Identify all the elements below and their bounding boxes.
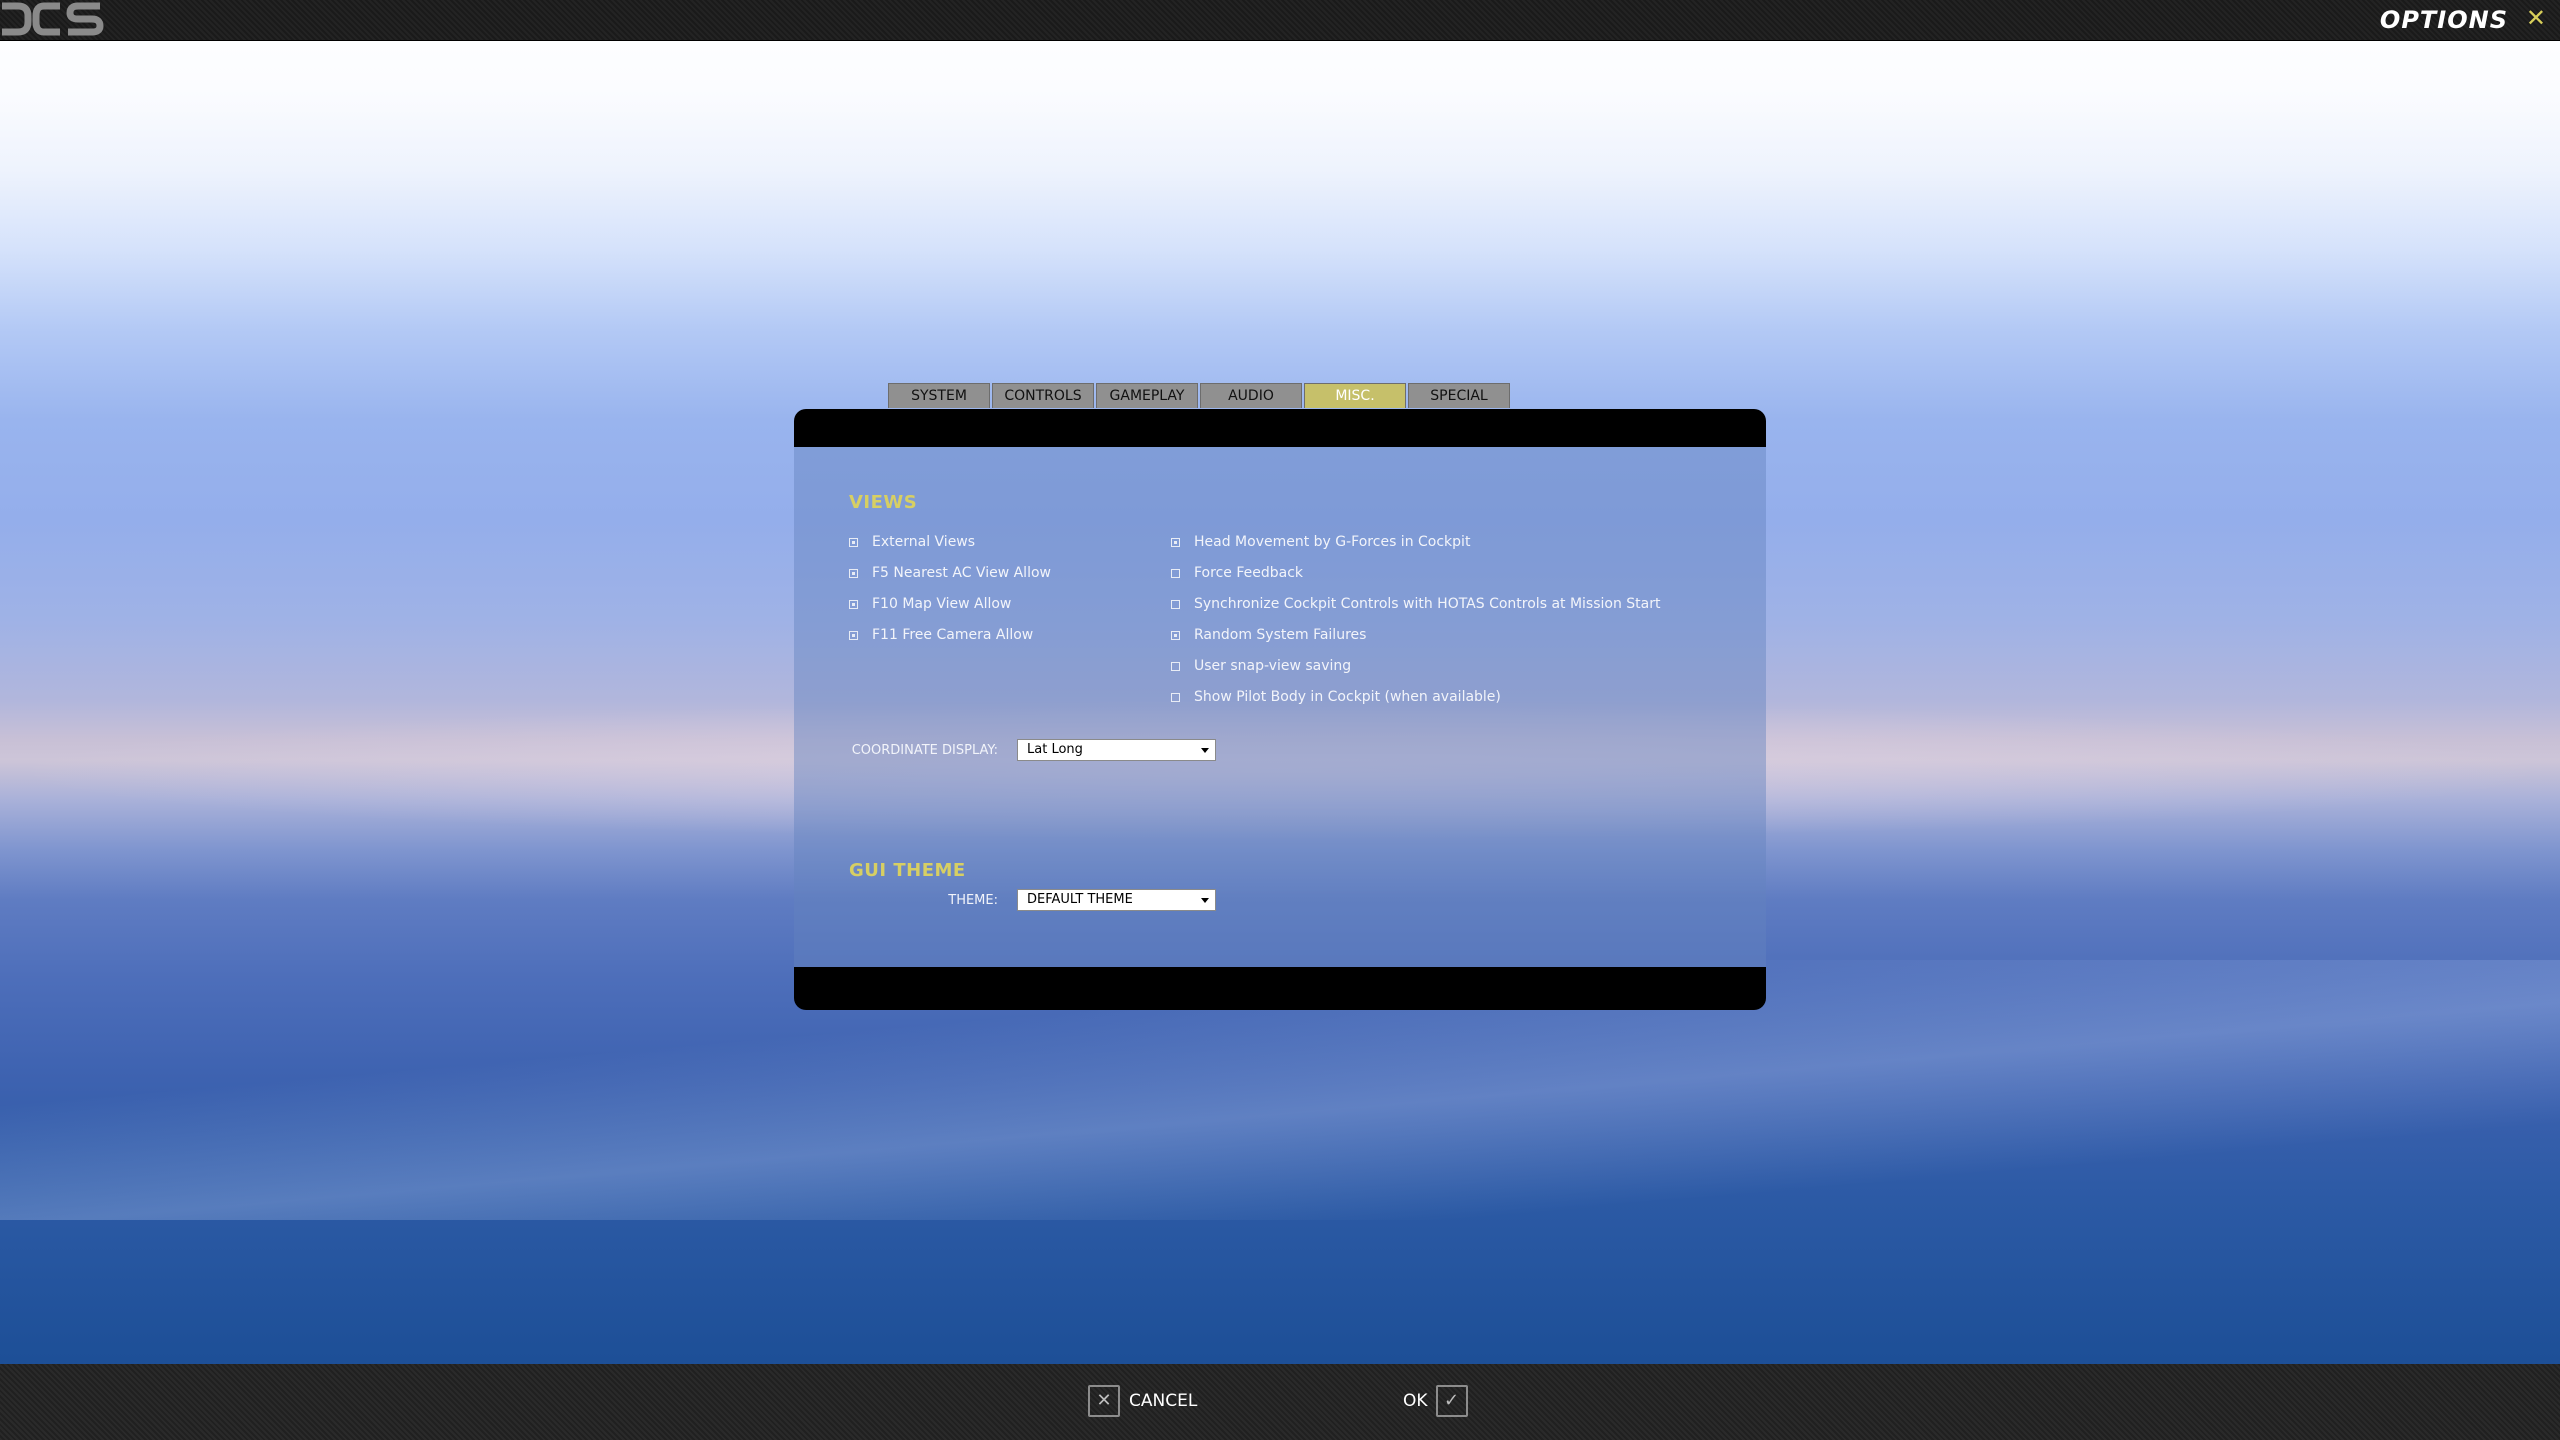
- close-icon[interactable]: ✕: [2526, 4, 2546, 32]
- option-f5-nearest-ac[interactable]: F5 Nearest AC View Allow: [849, 563, 1051, 583]
- f5-nearest-ac-checkbox[interactable]: [849, 568, 858, 578]
- option-label: F10 Map View Allow: [872, 596, 1012, 612]
- tab-audio[interactable]: AUDIO: [1200, 383, 1302, 408]
- option-f10-map-view[interactable]: F10 Map View Allow: [849, 594, 1011, 614]
- top-bar: OPTIONS ✕: [0, 0, 2560, 41]
- x-icon: ✕: [1088, 1385, 1120, 1417]
- option-label: External Views: [872, 534, 976, 550]
- app-title: OPTIONS: [2379, 6, 2508, 34]
- option-head-movement[interactable]: Head Movement by G-Forces in Cockpit: [1171, 532, 1470, 552]
- options-dialog: SYSTEM CONTROLS GAMEPLAY AUDIO MISC. SPE…: [794, 383, 1766, 1010]
- coordinate-display-label: COORDINATE DISPLAY:: [851, 743, 998, 758]
- dcs-logo-icon: [2, 2, 104, 36]
- option-show-pilot-body[interactable]: Show Pilot Body in Cockpit (when availab…: [1171, 687, 1501, 707]
- views-title: VIEWS: [849, 492, 918, 513]
- tab-controls[interactable]: CONTROLS: [992, 383, 1094, 408]
- f10-map-view-checkbox[interactable]: [849, 599, 858, 609]
- coordinate-display-select[interactable]: Lat Long: [1017, 739, 1216, 761]
- option-label: User snap-view saving: [1194, 658, 1352, 674]
- bottom-bar: ✕ CANCEL OK ✓: [0, 1364, 2560, 1440]
- theme-select[interactable]: DEFAULT THEME: [1017, 889, 1216, 911]
- dialog-body: VIEWS External Views F5 Nearest AC View …: [794, 447, 1766, 967]
- theme-label: THEME:: [948, 893, 998, 908]
- head-movement-checkbox[interactable]: [1171, 537, 1180, 547]
- option-snap-view-saving[interactable]: User snap-view saving: [1171, 656, 1351, 676]
- cancel-label: CANCEL: [1129, 1391, 1198, 1411]
- snap-view-saving-checkbox[interactable]: [1171, 661, 1180, 671]
- gui-theme-title: GUI THEME: [849, 860, 966, 881]
- coordinate-display-value: Lat Long: [1027, 742, 1083, 757]
- dialog-header: [794, 409, 1766, 447]
- f11-free-camera-checkbox[interactable]: [849, 630, 858, 640]
- option-label: Force Feedback: [1194, 565, 1303, 581]
- option-label: Synchronize Cockpit Controls with HOTAS …: [1194, 596, 1661, 612]
- check-icon: ✓: [1435, 1385, 1468, 1417]
- option-force-feedback[interactable]: Force Feedback: [1171, 563, 1303, 583]
- show-pilot-body-checkbox[interactable]: [1171, 692, 1180, 702]
- option-label: Head Movement by G-Forces in Cockpit: [1194, 534, 1471, 550]
- option-sync-cockpit-controls[interactable]: Synchronize Cockpit Controls with HOTAS …: [1171, 594, 1661, 614]
- option-label: F5 Nearest AC View Allow: [872, 565, 1051, 581]
- theme-value: DEFAULT THEME: [1027, 892, 1133, 907]
- option-label: F11 Free Camera Allow: [872, 627, 1034, 643]
- tab-misc[interactable]: MISC.: [1304, 383, 1406, 408]
- tab-system[interactable]: SYSTEM: [888, 383, 990, 408]
- sync-cockpit-controls-checkbox[interactable]: [1171, 599, 1180, 609]
- dialog-footer: [794, 967, 1766, 1010]
- option-random-failures[interactable]: Random System Failures: [1171, 625, 1366, 645]
- tab-bar: SYSTEM CONTROLS GAMEPLAY AUDIO MISC. SPE…: [888, 383, 1512, 409]
- chevron-down-icon: [1201, 898, 1209, 903]
- ok-button[interactable]: OK ✓: [1403, 1385, 1468, 1417]
- tab-gameplay[interactable]: GAMEPLAY: [1096, 383, 1198, 408]
- ok-label: OK: [1403, 1391, 1428, 1411]
- force-feedback-checkbox[interactable]: [1171, 568, 1180, 578]
- option-label: Random System Failures: [1194, 627, 1367, 643]
- option-external-views[interactable]: External Views: [849, 532, 975, 552]
- tab-special[interactable]: SPECIAL: [1408, 383, 1510, 408]
- external-views-checkbox[interactable]: [849, 537, 858, 547]
- option-label: Show Pilot Body in Cockpit (when availab…: [1194, 689, 1501, 705]
- option-f11-free-camera[interactable]: F11 Free Camera Allow: [849, 625, 1033, 645]
- chevron-down-icon: [1201, 748, 1209, 753]
- cancel-button[interactable]: ✕ CANCEL: [1088, 1385, 1197, 1417]
- random-failures-checkbox[interactable]: [1171, 630, 1180, 640]
